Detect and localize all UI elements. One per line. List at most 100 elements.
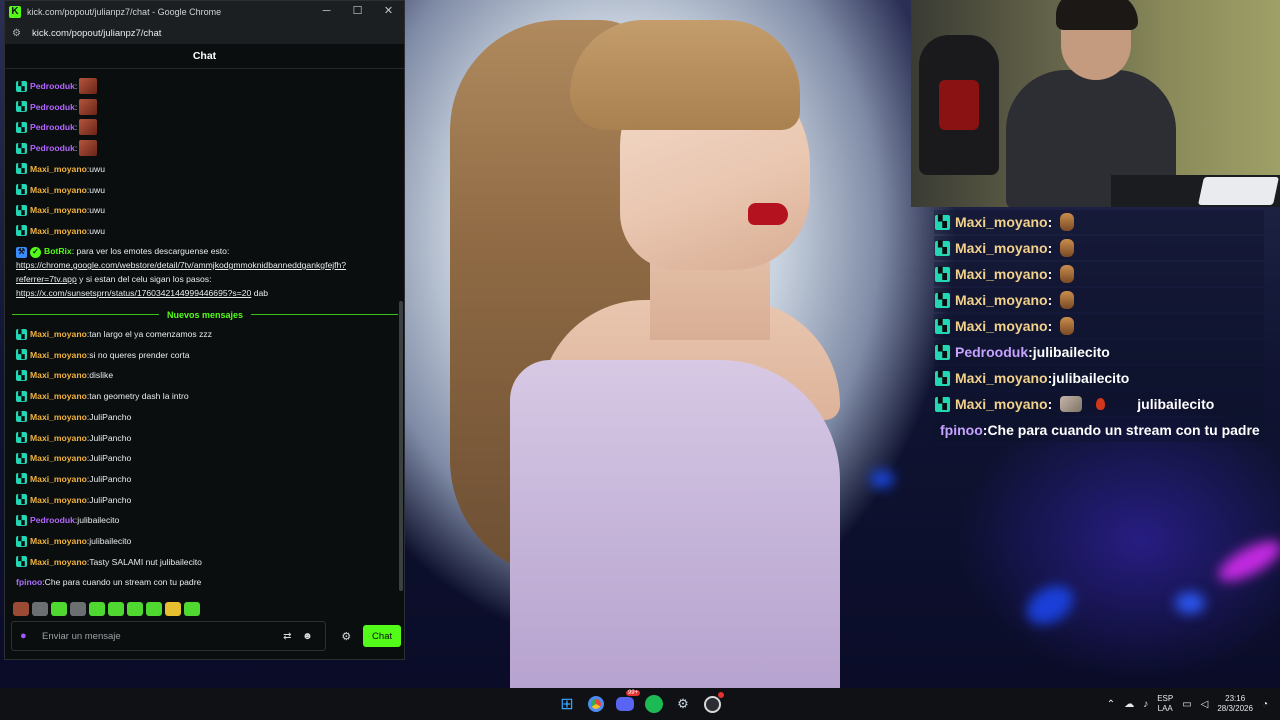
overlay-separator: : (1047, 214, 1053, 230)
chat-username[interactable]: fpinoo (16, 577, 42, 587)
chat-scrollbar[interactable] (399, 301, 403, 591)
chat-username[interactable]: Maxi_moyano (30, 226, 87, 236)
spotify-icon[interactable] (642, 692, 666, 716)
send-chat-button[interactable]: Chat (363, 625, 401, 647)
chat-username[interactable]: Maxi_moyano (30, 453, 87, 463)
subscriber-badge-icon: ▚ (16, 328, 27, 340)
chat-message: ▚ Pedrooduk: (16, 78, 98, 94)
overlay-username: fpinoo (940, 422, 983, 438)
chevron-up-icon[interactable]: ⌃ (1107, 699, 1115, 710)
notification-bell-icon[interactable]: ◔ (1262, 699, 1268, 710)
light-blob-blue (1019, 577, 1081, 633)
emote-button[interactable] (70, 602, 86, 616)
kick-logo-icon: K (9, 5, 21, 18)
chat-text: uwu (89, 205, 105, 216)
overlay-separator: : (1047, 266, 1053, 282)
chat-username[interactable]: Pedrooduk (30, 143, 75, 153)
microphone-tray-icon[interactable]: ♪ (1143, 699, 1148, 710)
chat-header: Chat (5, 44, 404, 69)
chat-input-box[interactable]: ● ⇄ ☻ (11, 621, 327, 651)
obs-icon[interactable] (700, 692, 724, 716)
chat-messages[interactable]: ⚒ ✓ BotRix: para ver los emotes descarguen… (5, 70, 404, 594)
chat-text: JuliPancho (89, 473, 132, 484)
bot-username[interactable]: BotRix (44, 246, 72, 256)
chat-username[interactable]: Maxi_moyano (30, 412, 87, 422)
chat-message: ▚ Maxi_moyano: JuliPancho (16, 409, 131, 425)
new-messages-divider: Nuevos mensajes (12, 308, 398, 322)
chat-input-row[interactable]: ● ⇄ ☻ ⚙ Chat (11, 621, 401, 651)
chat-username[interactable]: Pedrooduk (30, 515, 75, 525)
chat-text: dislike (89, 370, 114, 381)
subscriber-badge-icon: ▚ (16, 432, 27, 443)
system-tray[interactable]: ⌃ ☁ ♪ ESP LAA ▭ ◁ 23:16 28/3/2026 ◔ (1107, 692, 1268, 716)
chat-username[interactable]: Maxi_moyano (30, 164, 87, 174)
chat-username[interactable]: Maxi_moyano (30, 391, 87, 401)
7tv-icon[interactable]: ⇄ (277, 631, 297, 642)
microphone-icon[interactable]: ● (20, 630, 32, 642)
emote-button[interactable] (184, 602, 200, 616)
close-button[interactable]: ✕ (373, 1, 404, 22)
minimize-button[interactable]: ─ (311, 1, 342, 22)
subscriber-badge-icon: ▚ (16, 411, 27, 423)
chat-username[interactable]: Maxi_moyano (30, 370, 87, 380)
emote-button[interactable] (127, 602, 143, 616)
taskbar-apps[interactable]: ⊞ 99+ ⚙ (555, 690, 724, 716)
chat-username[interactable]: Pedrooduk (30, 122, 75, 132)
windows-start-icon[interactable]: ⊞ (555, 692, 579, 716)
chat-username[interactable]: Maxi_moyano (30, 557, 87, 567)
emote-button[interactable] (165, 602, 181, 616)
overlay-username: Maxi_moyano (955, 240, 1048, 256)
chat-username[interactable]: Maxi_moyano (30, 350, 87, 360)
subscriber-badge-icon: ▚ (16, 494, 27, 506)
chat-username[interactable]: Maxi_moyano (30, 495, 87, 505)
address-bar[interactable]: ⚙ kick.com/popout/julianpz7/chat (5, 22, 404, 44)
windows-taskbar[interactable]: ⊞ 99+ ⚙ ⌃ ☁ ♪ ESP LAA ▭ ◁ 23:16 28/3/202… (0, 688, 1280, 720)
discord-icon[interactable]: 99+ (613, 690, 640, 716)
chat-text: uwu (89, 184, 105, 195)
subscriber-badge-icon: ▚ (16, 390, 27, 402)
chat-username[interactable]: Maxi_moyano (30, 433, 87, 443)
network-icon[interactable]: ▭ (1182, 699, 1191, 710)
chat-username[interactable]: Maxi_moyano (30, 474, 87, 484)
language-indicator[interactable]: ESP LAA (1157, 694, 1173, 714)
subscriber-badge-icon: ▚ (16, 349, 27, 361)
recent-emotes-bar[interactable] (13, 601, 200, 617)
volume-icon[interactable]: ◁ (1201, 699, 1209, 710)
url-text[interactable]: kick.com/popout/julianpz7/chat (32, 28, 161, 39)
chrome-icon[interactable] (584, 692, 608, 716)
bot-text-end: dab (251, 288, 269, 298)
emote-button[interactable] (13, 602, 29, 616)
overlay-emote (1096, 398, 1106, 410)
emote-button[interactable] (51, 602, 67, 616)
emote-button[interactable] (89, 602, 105, 616)
chat-username[interactable]: Maxi_moyano (30, 329, 87, 339)
clock[interactable]: 23:16 28/3/2026 (1217, 694, 1253, 714)
chat-emote (79, 140, 98, 157)
overlay-username: Pedrooduk (955, 344, 1029, 360)
site-settings-icon[interactable]: ⚙ (12, 28, 24, 39)
maximize-button[interactable]: ☐ (342, 1, 373, 22)
steam-icon[interactable]: ⚙ (671, 692, 695, 716)
subscriber-badge-icon: ▚ (16, 101, 27, 113)
emote-button[interactable] (108, 602, 124, 616)
chat-username[interactable]: Maxi_moyano (30, 205, 87, 215)
emote-button[interactable] (146, 602, 162, 616)
chat-message: ▚ Maxi_moyano: uwu (16, 223, 105, 239)
subscriber-badge-icon: ▚ (16, 369, 27, 381)
emote-button[interactable] (32, 602, 48, 616)
onedrive-icon[interactable]: ☁ (1124, 699, 1134, 710)
chat-settings-gear-icon[interactable]: ⚙ (335, 630, 357, 643)
emoji-picker-icon[interactable]: ☻ (297, 631, 317, 642)
subscriber-badge-icon: ▚ (16, 535, 27, 547)
chrome-popout-window[interactable]: K kick.com/popout/julianpz7/chat - Googl… (4, 0, 405, 660)
overlay-emote (1060, 291, 1075, 309)
window-titlebar[interactable]: K kick.com/popout/julianpz7/chat - Googl… (5, 1, 404, 22)
chat-username[interactable]: Pedrooduk (30, 102, 75, 112)
chat-username[interactable]: Pedrooduk (30, 81, 75, 91)
chat-username[interactable]: Maxi_moyano (30, 536, 87, 546)
chat-text: JuliPancho (89, 453, 132, 464)
message-input[interactable] (42, 630, 278, 642)
chat-message: ▚ Maxi_moyano: dislike (16, 367, 113, 383)
chat-username[interactable]: Maxi_moyano (30, 185, 87, 195)
bot-link-x[interactable]: https://x.com/sunsetsprn/status/17603421… (16, 288, 251, 298)
